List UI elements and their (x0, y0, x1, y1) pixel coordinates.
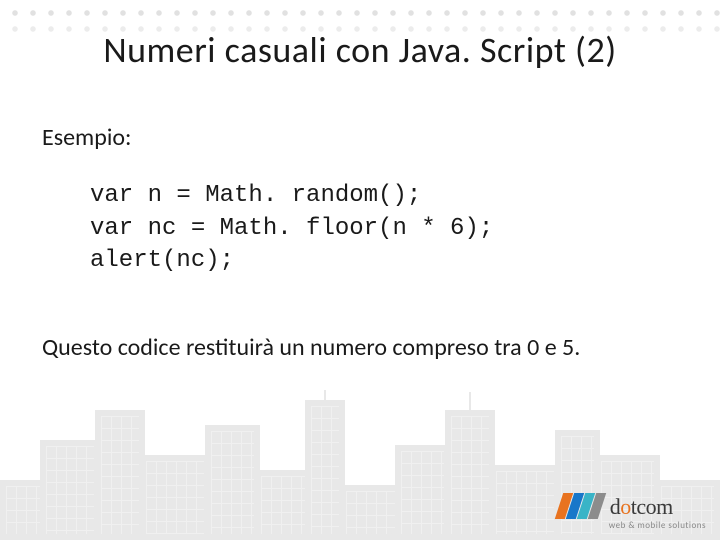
code-line-3: alert(nc); (90, 247, 234, 274)
slide-title: Numeri casuali con Java. Script (2) (0, 28, 720, 72)
explanation-text: Questo codice restituirà un numero compr… (42, 332, 678, 363)
code-line-2: var nc = Math. floor(n * 6); (90, 215, 493, 242)
logo: dotcom web & mobile solutions (559, 493, 706, 530)
slide: Numeri casuali con Java. Script (2) Esem… (0, 0, 720, 540)
slide-body: Esempio: var n = Math. random(); var nc … (42, 122, 678, 363)
code-line-1: var n = Math. random(); (90, 182, 421, 209)
example-label: Esempio: (42, 122, 678, 154)
logo-name: dotcom (610, 496, 673, 518)
logo-mark-icon (559, 493, 602, 519)
code-block: var n = Math. random(); var nc = Math. f… (90, 180, 678, 277)
logo-tagline: web & mobile solutions (559, 521, 706, 530)
